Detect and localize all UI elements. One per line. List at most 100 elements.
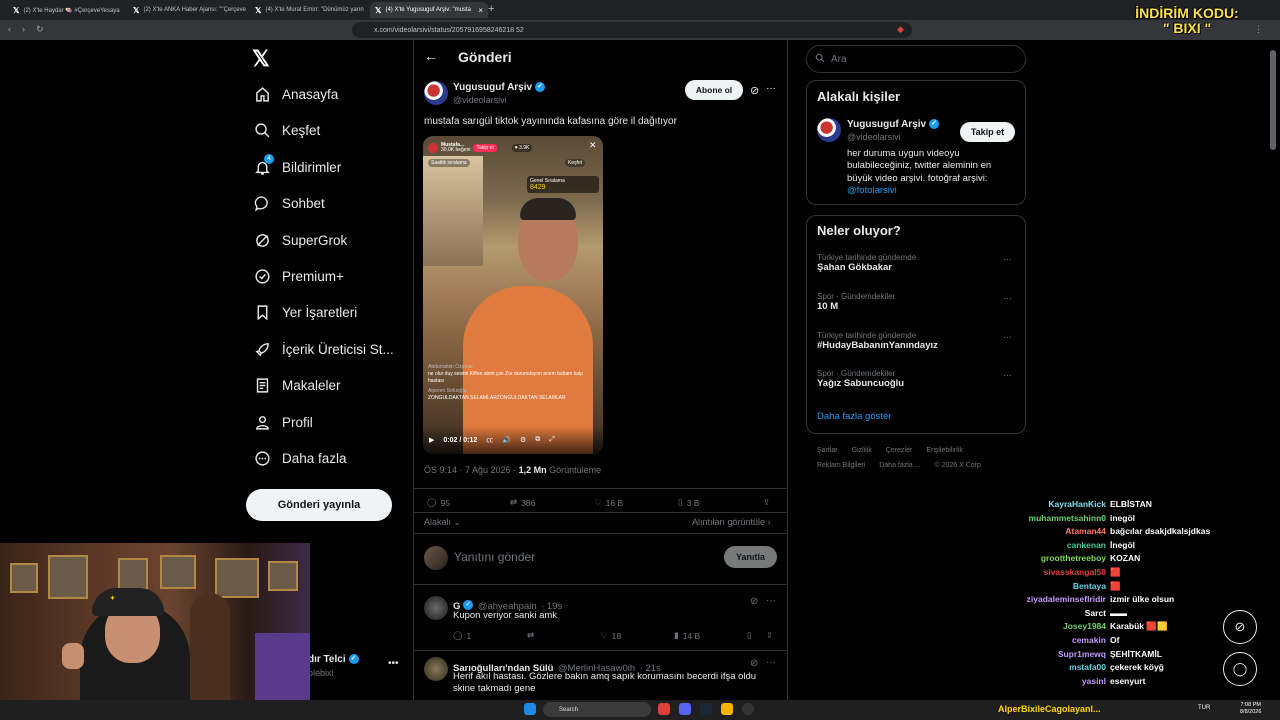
scrollbar[interactable] — [1270, 50, 1276, 150]
grok-icon[interactable]: ⊘ — [750, 84, 759, 97]
steam-icon[interactable] — [700, 703, 712, 715]
nav-item-explore[interactable]: Keşfet — [252, 116, 320, 144]
account-more-icon[interactable]: ••• — [388, 658, 399, 669]
more-icon[interactable]: ··· — [1003, 254, 1012, 264]
grok-icon[interactable]: ⊘ — [750, 596, 758, 607]
video-player[interactable]: Mustafa... 30,0K beğeni Takip et ♥ 3.9K ✕… — [423, 136, 603, 454]
nav-item-home[interactable]: Anasayfa — [252, 80, 338, 108]
settings-icon[interactable]: ⚙ — [520, 436, 526, 444]
chat-text: 🟥 — [1110, 580, 1121, 591]
back-icon[interactable]: ‹ — [8, 24, 11, 34]
show-more-link[interactable]: Daha fazla göster — [817, 411, 891, 422]
menu-icon[interactable]: ⋮ — [1254, 24, 1263, 35]
chart-icon: ▮ — [674, 630, 679, 640]
explore-badge: Keşfet — [565, 159, 586, 167]
trend-item[interactable]: Türkiye tarihinde gündemde Şahan Gökbakar — [817, 253, 916, 273]
bio-link[interactable]: @fotolarsivi — [847, 185, 897, 196]
x-logo[interactable]: 𝕏 — [252, 46, 270, 72]
browser-tab[interactable]: 𝕏 (4) X'te Murat Emirr: "Dünümüz yarın — [250, 2, 368, 18]
fullscreen-icon[interactable]: ⤢ — [549, 436, 555, 444]
grok-float-button[interactable]: ⊘ — [1223, 610, 1257, 644]
view-quotes-link[interactable]: Alıntıları görüntüle › — [692, 517, 771, 527]
search-input[interactable]: Ara — [806, 45, 1026, 73]
nav-item-articles[interactable]: Makaleler — [252, 371, 341, 399]
chat-username: muhammetsahinn0 — [1028, 512, 1106, 523]
bookmark-action[interactable]: ▯ 3 B — [678, 497, 699, 508]
language-indicator[interactable]: TUR — [1198, 705, 1210, 711]
volume-icon[interactable]: 🔊 — [502, 436, 511, 444]
nav-item-notifications[interactable]: 4 Bildirimler — [252, 153, 341, 181]
messages-float-button[interactable]: ◯ — [1223, 652, 1257, 686]
share-action[interactable]: ⇪ — [763, 497, 770, 508]
repost-action[interactable]: ⇄ — [527, 630, 534, 641]
like-action[interactable]: ♡ 18 — [600, 630, 621, 641]
author-name[interactable]: Yugusuguf Arşiv ✓ — [453, 82, 546, 93]
related-avatar[interactable] — [817, 118, 841, 142]
new-tab-button[interactable]: + — [488, 3, 494, 15]
nav-item-chat[interactable]: Sohbet — [252, 189, 325, 217]
more-icon[interactable]: ··· — [1003, 370, 1012, 380]
reply-input[interactable]: Yanıtını gönder — [454, 550, 535, 564]
pip-icon[interactable]: ⧉ — [535, 436, 540, 444]
back-arrow-icon[interactable]: ← — [424, 48, 438, 64]
more-icon[interactable]: ··· — [766, 657, 776, 668]
obs-icon[interactable] — [742, 703, 754, 715]
browser-tab[interactable]: 𝕏 (2) X'te ANKA Haber Ajansı: ""Çerçeve — [128, 2, 246, 18]
forward-icon[interactable]: › — [22, 24, 25, 34]
captions-icon[interactable]: ㏄ — [486, 435, 493, 445]
views-action[interactable]: ▮ 14 B — [674, 630, 700, 641]
nav-item-more[interactable]: Daha fazla — [252, 444, 347, 472]
sort-related[interactable]: Alakalı ⌄ — [424, 517, 461, 528]
brave-icon[interactable] — [658, 703, 670, 715]
discord-icon[interactable] — [679, 703, 691, 715]
bookmark-action[interactable]: ▯ — [747, 630, 752, 641]
like-action[interactable]: ♡ 16 B — [594, 497, 623, 508]
follow-button[interactable]: Takip et — [960, 122, 1015, 142]
rocket-icon — [252, 339, 272, 359]
chat-message: muhammetsahinn0 inegöl — [1014, 512, 1244, 526]
divider — [414, 533, 787, 534]
search-icon — [815, 53, 825, 66]
more-icon[interactable]: ··· — [1003, 293, 1012, 303]
repost-action[interactable]: ⇄ 386 — [510, 497, 535, 508]
taskbar-search[interactable]: Search — [543, 702, 651, 717]
reply-action[interactable]: ◯ 95 — [427, 497, 450, 508]
more-icon[interactable]: ··· — [766, 595, 776, 606]
chat-icon — [252, 193, 272, 213]
browser-tab[interactable]: 𝕏 (2) X'te Haydar 👒 #ÇerçeveYesaya — [8, 2, 126, 18]
related-name[interactable]: Yugusuguf Arşiv ✓ — [847, 119, 940, 130]
brave-shield-icon[interactable]: ◆ — [897, 24, 904, 35]
author-handle[interactable]: @videolarsivi — [453, 95, 507, 105]
video-controls[interactable]: ▶ 0:02 / 0:12 ㏄ 🔊 ⚙ ⧉ ⤢ — [429, 433, 599, 447]
account-name[interactable]: dır Telci ✓ — [308, 654, 359, 665]
author-avatar[interactable] — [424, 81, 448, 105]
post-button[interactable]: Gönderi yayınla — [246, 489, 392, 521]
address-bar[interactable]: x.com/videolarsivi/status/20579169582462… — [352, 22, 912, 38]
verified-icon: ✓ — [535, 82, 546, 93]
browser-tab-active[interactable]: 𝕏 (4) X'te Yugusuguf Arşiv: "musta × — [370, 2, 488, 18]
nav-item-bookmarks[interactable]: Yer İşaretleri — [252, 298, 357, 326]
bookmark-icon: ▯ — [678, 497, 683, 507]
close-tab-icon[interactable]: × — [478, 6, 483, 15]
play-icon[interactable]: ▶ — [429, 436, 434, 444]
more-icon[interactable]: ··· — [1003, 332, 1012, 342]
windows-start-icon[interactable] — [524, 703, 536, 715]
grok-icon[interactable]: ⊘ — [750, 658, 758, 669]
nav-item-profile[interactable]: Profil — [252, 408, 313, 436]
reload-icon[interactable]: ↻ — [36, 24, 44, 35]
trend-item[interactable]: Spor · Gündemdekiler 10 M — [817, 292, 895, 312]
reply-action[interactable]: ◯ 1 — [453, 630, 471, 641]
reply-button[interactable]: Yanıtla — [724, 546, 777, 568]
trend-item[interactable]: Spor · Gündemdekiler Yağız Sabuncuoğlu — [817, 369, 904, 389]
trend-item[interactable]: Türkiye tarihinde gündemde #HudayBabanınY… — [817, 331, 938, 351]
nav-item-premium[interactable]: Premium+ — [252, 262, 344, 290]
reply-avatar[interactable] — [424, 596, 448, 620]
subscribe-button[interactable]: Abone ol — [685, 80, 743, 100]
more-icon[interactable]: ··· — [766, 83, 776, 94]
reply-avatar[interactable] — [424, 657, 448, 681]
folder-icon[interactable] — [721, 703, 733, 715]
nav-item-creator-studio[interactable]: İçerik Üreticisi St... — [252, 335, 394, 363]
nav-item-supergrok[interactable]: SuperGrok — [252, 226, 347, 254]
clock[interactable]: 7:08 PM 8/8/2026 — [1240, 702, 1261, 715]
share-action[interactable]: ⇪ — [766, 630, 773, 641]
